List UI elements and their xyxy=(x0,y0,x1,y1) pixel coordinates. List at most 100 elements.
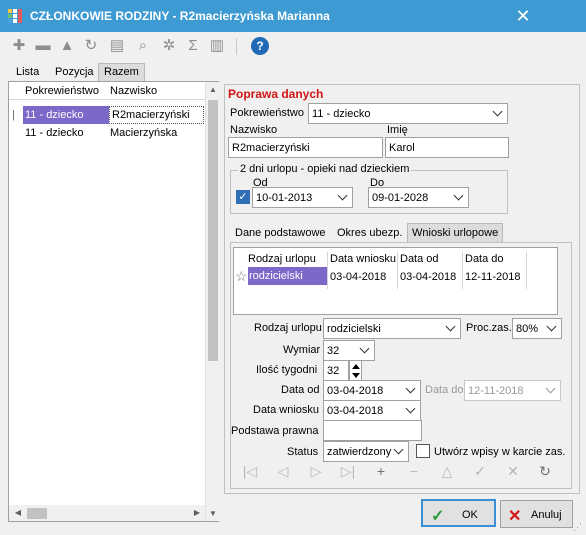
cell-pokrewienstwo[interactable]: 11 - dziecko xyxy=(23,106,111,124)
scroll-thumb[interactable] xyxy=(27,508,47,519)
tab-dane-podstawowe[interactable]: Dane podstawowe xyxy=(231,224,330,244)
do-date-picker[interactable]: 09-01-2028 xyxy=(368,187,469,208)
cell-rodzaj[interactable]: rodzicielski xyxy=(248,267,327,285)
rodzaj-select[interactable]: rodzicielski xyxy=(323,318,461,339)
section-title: Poprawa danych xyxy=(228,87,324,101)
chevron-down-icon xyxy=(493,107,503,117)
cell-nazwisko[interactable]: R2macierzyński xyxy=(109,106,204,124)
data-wniosku-picker[interactable]: 03-04-2018 xyxy=(323,400,421,421)
list-header: Pokrewieństwo Nazwisko xyxy=(9,82,205,100)
proc-value: 80% xyxy=(516,323,539,335)
chevron-up-icon[interactable] xyxy=(352,364,360,369)
app-icon xyxy=(8,9,22,23)
chevron-down-icon xyxy=(338,191,348,201)
list-row[interactable]: 11 - dziecko Macierzyńska xyxy=(9,124,205,142)
chevron-down-icon xyxy=(360,344,370,354)
tab-razem[interactable]: Razem xyxy=(98,63,145,81)
close-icon[interactable]: ✕ xyxy=(500,0,546,32)
add-record-icon[interactable]: + xyxy=(372,462,390,480)
tygodni-value: 32 xyxy=(327,365,340,377)
settings-icon[interactable]: ✲ xyxy=(160,37,178,55)
rodzaj-label: Rodzaj urlopu xyxy=(254,322,322,334)
ok-button[interactable]: ✓ OK xyxy=(421,499,496,527)
data-do-value: 12-11-2018 xyxy=(468,385,524,397)
column-header-data-do[interactable]: Data do xyxy=(465,253,504,265)
scroll-left-icon[interactable]: ◀ xyxy=(11,508,25,517)
minus-icon[interactable]: ▬ xyxy=(34,37,52,55)
toolbar-separator xyxy=(236,38,237,55)
plus-icon[interactable]: ✚ xyxy=(10,37,28,55)
data-wniosku-value: 03-04-2018 xyxy=(327,405,384,417)
sum-icon[interactable]: Σ xyxy=(184,37,202,55)
column-header-nazwisko[interactable]: Nazwisko xyxy=(110,85,157,97)
cell-data-wniosku[interactable]: 03-04-2018 xyxy=(330,271,386,283)
imie-field[interactable]: Karol xyxy=(385,137,509,158)
tab-pozycja[interactable]: Pozycja xyxy=(49,63,100,81)
help-icon[interactable]: ? xyxy=(251,37,269,55)
utworz-checkbox[interactable] xyxy=(416,444,430,458)
column-header-data-wniosku[interactable]: Data wniosku xyxy=(330,253,396,265)
cell-data-do[interactable]: 12-11-2018 xyxy=(465,271,520,283)
filter-icon[interactable]: ▲ xyxy=(58,37,76,55)
status-select[interactable]: zatwierdzony xyxy=(323,441,409,462)
check-icon: ✓ xyxy=(431,508,445,525)
data-do-picker: 12-11-2018 xyxy=(464,380,561,401)
last-record-icon[interactable]: ▷| xyxy=(339,462,357,480)
cancel-button[interactable]: ✕ Anuluj xyxy=(500,500,573,528)
chevron-down-icon xyxy=(547,322,557,332)
pokrewienstwo-select[interactable]: 11 - dziecko xyxy=(308,103,508,124)
next-record-icon[interactable]: ▷ xyxy=(307,462,325,480)
scroll-thumb[interactable] xyxy=(208,100,218,361)
nazwisko-field[interactable]: R2macierzyński xyxy=(228,137,383,158)
vertical-scrollbar[interactable]: ▲ ▼ xyxy=(205,82,219,521)
od-value: 10-01-2013 xyxy=(256,192,313,204)
data-od-picker[interactable]: 03-04-2018 xyxy=(323,380,421,401)
horizontal-scrollbar[interactable]: ◀ ▶ xyxy=(9,505,205,521)
table-row[interactable]: ☆ rodzicielski 03-04-2018 03-04-2018 12-… xyxy=(234,267,557,285)
tab-okres-ubezp[interactable]: Okres ubezp. xyxy=(333,224,406,244)
wymiar-select[interactable]: 32 xyxy=(323,340,375,361)
leave-grid: Rodzaj urlopu Data wniosku Data od Data … xyxy=(233,247,558,315)
first-record-icon[interactable]: |◁ xyxy=(241,462,259,480)
pokrewienstwo-label: Pokrewieństwo xyxy=(230,107,304,119)
post-record-icon[interactable]: ✓ xyxy=(471,462,489,480)
refresh-record-icon[interactable]: ↻ xyxy=(536,462,554,480)
tygodni-stepper[interactable] xyxy=(349,360,362,381)
data-do-label: Data do xyxy=(425,384,464,396)
od-date-picker[interactable]: 10-01-2013 xyxy=(252,187,353,208)
refresh-icon[interactable]: ↻ xyxy=(82,37,100,55)
cancel-label: Anuluj xyxy=(531,509,562,521)
columns-icon[interactable]: ▥ xyxy=(208,37,226,55)
cancel-record-icon[interactable]: ✕ xyxy=(504,462,522,480)
resize-grip-icon[interactable]: ⋰ xyxy=(573,522,585,534)
search-icon[interactable]: ⌕ xyxy=(134,37,152,55)
edit-record-icon[interactable]: △ xyxy=(438,462,456,480)
podstawa-field[interactable] xyxy=(323,420,422,441)
tygodni-field[interactable]: 32 xyxy=(323,360,349,381)
scroll-down-icon[interactable]: ▼ xyxy=(206,509,220,518)
cell-pokrewienstwo[interactable]: 11 - dziecko xyxy=(25,127,84,139)
data-od-value: 03-04-2018 xyxy=(327,385,384,397)
status-label: Status xyxy=(287,446,319,458)
chevron-down-icon[interactable] xyxy=(352,373,360,378)
print-icon[interactable]: ▤ xyxy=(108,37,126,55)
cell-data-od[interactable]: 03-04-2018 xyxy=(400,271,456,283)
title-bar: CZŁONKOWIE RODZINY - R2macierzyńska Mari… xyxy=(0,0,586,32)
od-checkbox[interactable]: ✓ xyxy=(236,190,250,204)
tab-lista[interactable]: Lista xyxy=(10,63,45,81)
scroll-up-icon[interactable]: ▲ xyxy=(206,85,220,94)
column-header-rodzaj[interactable]: Rodzaj urlopu xyxy=(248,253,316,265)
ok-label: OK xyxy=(462,509,478,521)
chevron-down-icon xyxy=(394,445,404,455)
list-row[interactable]: | 11 - dziecko R2macierzyński xyxy=(9,106,205,124)
cell-nazwisko[interactable]: Macierzyńska xyxy=(110,127,177,139)
column-header-pokrewienstwo[interactable]: Pokrewieństwo xyxy=(25,85,99,97)
tab-wnioski-urlopowe[interactable]: Wnioski urlopowe xyxy=(407,223,504,243)
scroll-right-icon[interactable]: ▶ xyxy=(190,508,204,517)
chevron-down-icon xyxy=(406,404,416,414)
delete-record-icon[interactable]: − xyxy=(405,462,423,480)
prior-record-icon[interactable]: ◁ xyxy=(274,462,292,480)
column-header-data-od[interactable]: Data od xyxy=(400,253,439,265)
proc-select[interactable]: 80% xyxy=(512,318,562,339)
wymiar-value: 32 xyxy=(327,345,340,357)
